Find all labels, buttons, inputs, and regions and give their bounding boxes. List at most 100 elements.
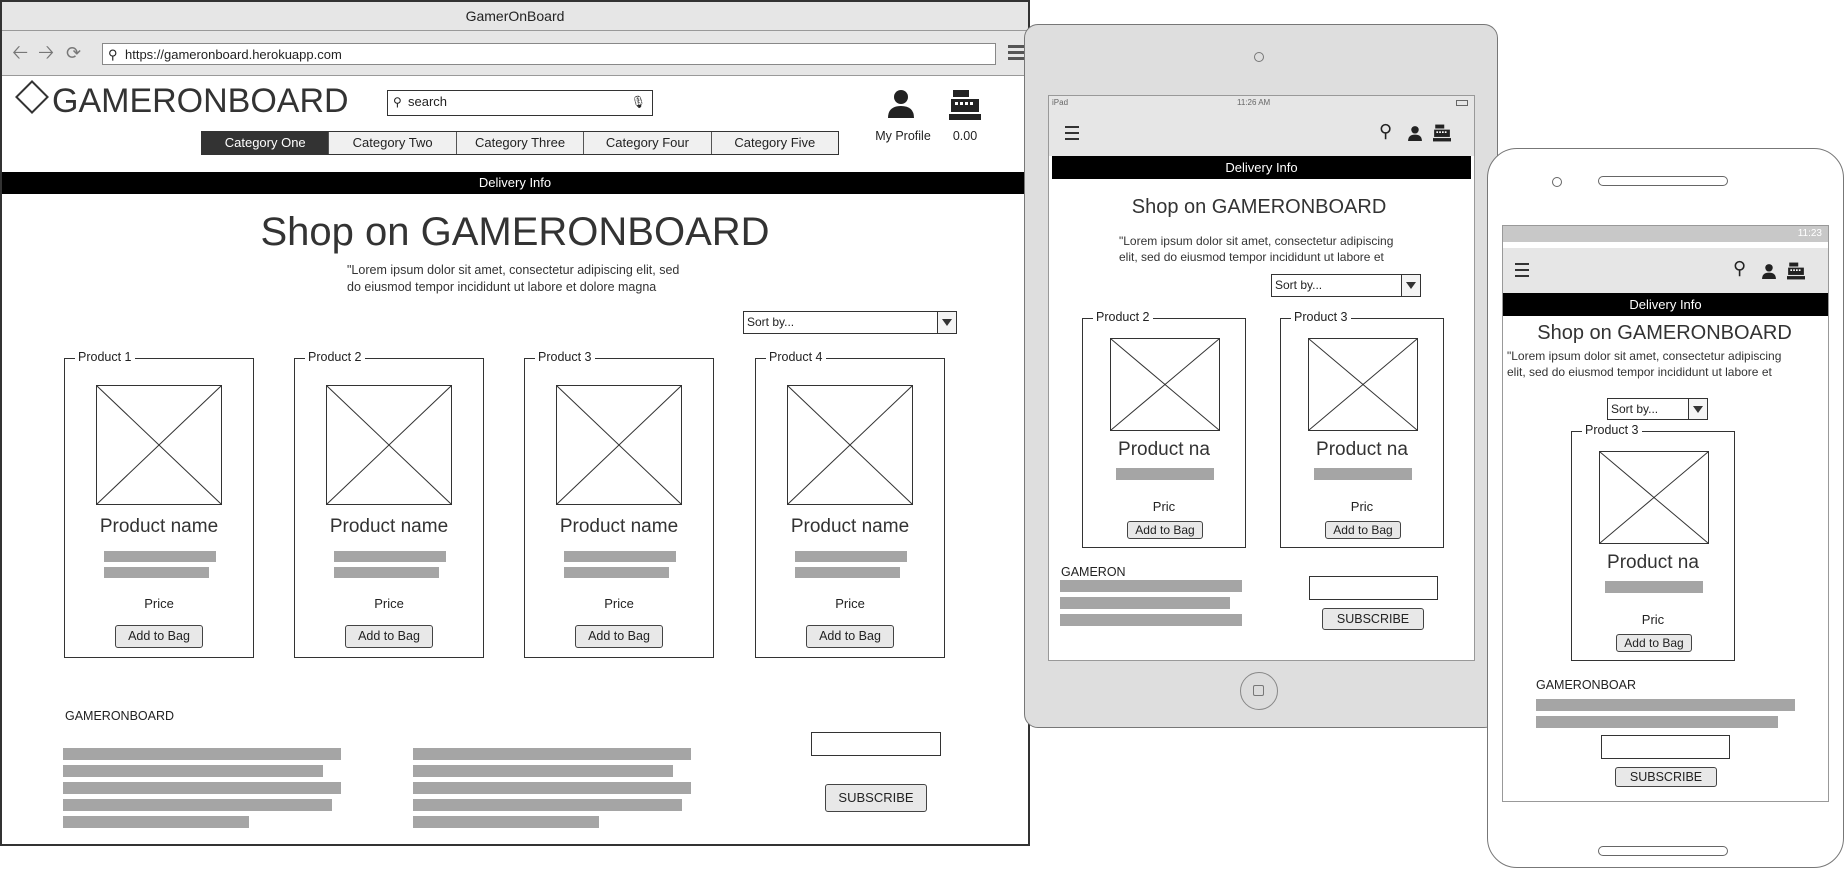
add-to-bag-button[interactable]: Add to Bag	[115, 625, 203, 648]
search-input[interactable]: ⚲ search 🎙	[387, 90, 653, 116]
phone-speaker	[1598, 176, 1728, 186]
battery-icon	[1456, 100, 1468, 106]
description-placeholder	[564, 567, 669, 578]
category-tab-one[interactable]: Category One	[202, 132, 330, 154]
product-name[interactable]: Product na	[1083, 439, 1245, 461]
cash-register-icon[interactable]	[1787, 262, 1805, 280]
add-to-bag-button[interactable]: Add to Bag	[1616, 634, 1692, 652]
description-placeholder	[334, 567, 439, 578]
cash-register-icon[interactable]	[1433, 124, 1451, 142]
description-placeholder	[334, 551, 446, 562]
category-tab-four[interactable]: Category Four	[584, 132, 712, 154]
footer-text-placeholder	[1536, 699, 1795, 711]
product-card: Product 2 Product name Price Add to Bag	[294, 350, 484, 658]
category-nav: Category One Category Two Category Three…	[201, 131, 839, 155]
product-name[interactable]: Product na	[1281, 439, 1443, 461]
product-name[interactable]: Product na	[1572, 552, 1734, 574]
profile-icon[interactable]	[1407, 124, 1423, 142]
tablet-home-button[interactable]	[1240, 672, 1278, 710]
sort-label: Sort by...	[1611, 402, 1659, 416]
add-to-bag-button[interactable]: Add to Bag	[1127, 521, 1203, 539]
hamburger-menu-icon[interactable]	[1065, 126, 1079, 144]
desktop-browser-window: GamerOnBoard 🡠 🡢 ⟳ ⚲ https://gameronboar…	[0, 0, 1030, 846]
footer-text-placeholder	[1060, 597, 1230, 609]
search-icon[interactable]: ⚲	[1379, 121, 1392, 142]
subscribe-email-input[interactable]	[1601, 735, 1730, 759]
back-arrow-icon[interactable]: 🡠	[12, 43, 28, 63]
my-profile-label[interactable]: My Profile	[868, 129, 938, 143]
tablet-status-bar: iPad 11:26 AM	[1049, 96, 1474, 110]
description-placeholder	[1605, 581, 1703, 593]
category-tab-five[interactable]: Category Five	[711, 132, 839, 154]
profile-icon[interactable]	[886, 88, 916, 118]
footer-text-placeholder	[413, 782, 691, 794]
subscribe-button[interactable]: SUBSCRIBE	[825, 784, 927, 812]
sort-label: Sort by...	[1275, 278, 1323, 292]
sort-dropdown[interactable]: Sort by...	[1271, 274, 1421, 297]
add-to-bag-button[interactable]: Add to Bag	[806, 625, 894, 648]
phone-home-bar[interactable]	[1598, 846, 1728, 856]
search-placeholder: search	[408, 94, 448, 109]
product-card: Product 2 Product na Pric Add to Bag	[1082, 310, 1246, 548]
subscribe-button[interactable]: SUBSCRIBE	[1615, 767, 1717, 787]
footer-text-placeholder	[413, 748, 691, 760]
product-name[interactable]: Product name	[65, 516, 253, 538]
bag-total[interactable]: 0.00	[942, 129, 988, 143]
product-card: Product 3 Product name Price Add to Bag	[524, 350, 714, 658]
subscribe-button[interactable]: SUBSCRIBE	[1322, 608, 1424, 630]
product-name[interactable]: Product name	[525, 516, 713, 538]
window-title: GamerOnBoard	[2, 2, 1028, 31]
status-time: 11:23	[1797, 228, 1822, 239]
page-title: Shop on GAMERONBOARD	[1131, 196, 1387, 218]
menu-icon[interactable]	[1008, 45, 1024, 63]
footer-text-placeholder	[1060, 580, 1242, 592]
delivery-info-banner[interactable]: Delivery Info	[1503, 293, 1828, 316]
delivery-info-banner[interactable]: Delivery Info	[1052, 156, 1471, 179]
hamburger-menu-icon[interactable]	[1515, 263, 1529, 281]
category-tab-two[interactable]: Category Two	[329, 132, 457, 154]
product-card: Product 4 Product name Price Add to Bag	[755, 350, 945, 658]
product-image-placeholder[interactable]	[1308, 338, 1418, 431]
device-label: iPad	[1052, 98, 1069, 107]
browser-toolbar: 🡠 🡢 ⟳ ⚲ https://gameronboard.herokuapp.c…	[2, 31, 1028, 76]
address-bar[interactable]: ⚲ https://gameronboard.herokuapp.com	[102, 43, 996, 65]
subscribe-email-input[interactable]	[811, 732, 941, 756]
delivery-info-banner[interactable]: Delivery Info	[2, 172, 1028, 194]
product-image-placeholder[interactable]	[96, 385, 222, 505]
product-price: Price	[835, 596, 865, 611]
category-tab-three[interactable]: Category Three	[456, 132, 585, 154]
footer-text-placeholder	[413, 765, 673, 777]
product-price: Price	[374, 596, 404, 611]
chevron-down-icon	[1401, 275, 1420, 296]
product-image-placeholder[interactable]	[1599, 451, 1709, 544]
add-to-bag-button[interactable]: Add to Bag	[345, 625, 433, 648]
product-image-placeholder[interactable]	[556, 385, 682, 505]
sort-dropdown[interactable]: Sort by...	[743, 311, 957, 334]
product-image-placeholder[interactable]	[1110, 338, 1220, 431]
site-logo[interactable]: GAMERONBOARD	[15, 80, 349, 121]
add-to-bag-button[interactable]: Add to Bag	[1325, 521, 1401, 539]
forward-arrow-icon[interactable]: 🡢	[38, 43, 54, 63]
description-placeholder	[795, 551, 907, 562]
product-card: Product 3 Product na Pric Add to Bag	[1571, 423, 1735, 661]
product-price: Pric	[1350, 499, 1374, 514]
product-image-placeholder[interactable]	[326, 385, 452, 505]
subscribe-email-input[interactable]	[1309, 576, 1438, 600]
product-price: Price	[144, 596, 174, 611]
sort-dropdown[interactable]: Sort by...	[1607, 398, 1708, 420]
product-name[interactable]: Product name	[295, 516, 483, 538]
product-name[interactable]: Product name	[756, 516, 944, 538]
cash-register-icon[interactable]	[949, 90, 981, 120]
search-icon[interactable]: ⚲	[1733, 258, 1746, 279]
reload-icon[interactable]: ⟳	[66, 43, 81, 63]
product-image-placeholder[interactable]	[787, 385, 913, 505]
search-icon: ⚲	[393, 95, 402, 109]
profile-icon[interactable]	[1761, 262, 1777, 280]
footer-text-placeholder	[63, 748, 341, 760]
add-to-bag-button[interactable]: Add to Bag	[575, 625, 663, 648]
page-title: Shop on GAMERONBOARD	[1537, 322, 1792, 344]
product-legend: Product 2	[1093, 310, 1153, 324]
footer-text-placeholder	[63, 799, 332, 811]
microphone-icon[interactable]: 🎙	[631, 91, 646, 113]
chevron-down-icon	[937, 312, 956, 333]
